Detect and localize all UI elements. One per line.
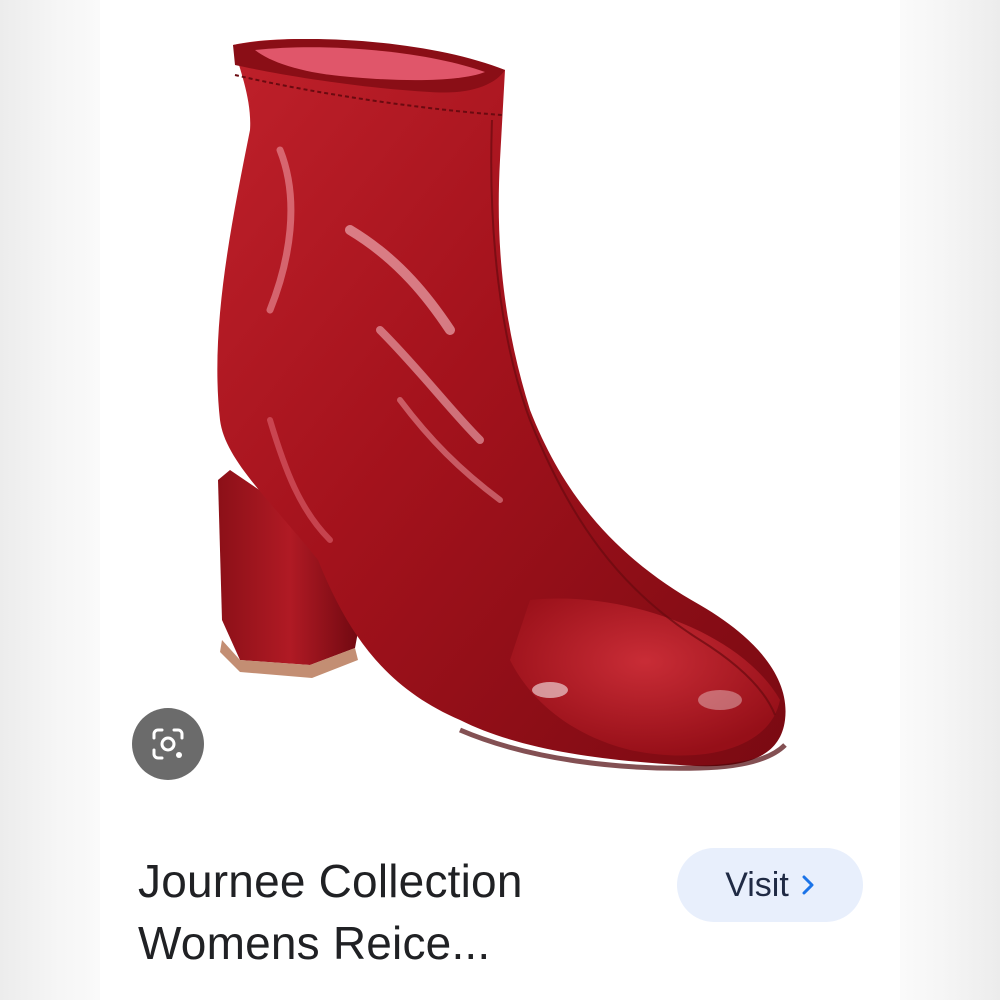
chevron-right-icon	[801, 874, 815, 896]
product-title[interactable]: Journee Collection Womens Reice...	[138, 850, 658, 974]
google-lens-button[interactable]	[132, 708, 204, 780]
product-image[interactable]	[100, 0, 900, 800]
result-card[interactable]: Journee Collection Womens Reice... Visit	[100, 0, 900, 1000]
google-lens-icon	[152, 728, 184, 760]
left-margin	[0, 0, 100, 1000]
product-title-line2: Womens Reice...	[138, 917, 491, 969]
visit-label: Visit	[725, 865, 789, 904]
right-margin	[900, 0, 1000, 1000]
product-title-line1: Journee Collection	[138, 855, 523, 907]
visit-button[interactable]: Visit	[677, 848, 863, 922]
